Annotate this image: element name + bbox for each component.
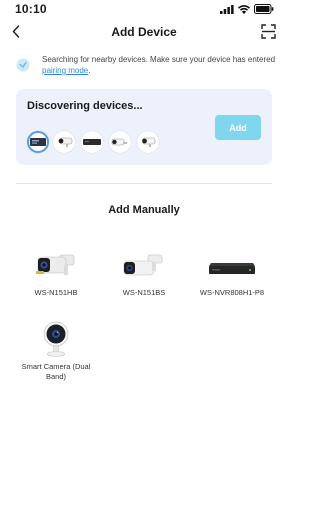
product-name: WS-N151HB: [34, 288, 78, 297]
bullet-camera-white-icon: [123, 254, 163, 276]
product-ws-nvr808h1-p8[interactable]: WS-NVR808H1-P8: [196, 252, 268, 298]
discovered-nvr-icon[interactable]: [27, 131, 49, 153]
page-title: Add Device: [111, 25, 177, 39]
discovering-card: Discovering devices... Add: [16, 89, 272, 165]
product-name: WS-NVR808H1-P8: [199, 288, 265, 297]
product-ws-n151bs[interactable]: WS-N151BS: [108, 252, 180, 298]
signal-icon: [220, 4, 234, 14]
search-hint: Searching for nearby devices. Make sure …: [16, 54, 275, 78]
discovering-title: Discovering devices...: [27, 100, 143, 112]
discovered-camera-icon[interactable]: [53, 131, 75, 153]
add-manually-title: Add Manually: [108, 204, 180, 216]
status-icons: [220, 4, 274, 14]
bullet-camera-black-icon: [36, 254, 75, 275]
searching-icon: [16, 58, 30, 72]
discovered-devices: [27, 131, 187, 153]
scan-icon: [260, 23, 276, 39]
hint-suffix: .: [88, 66, 91, 75]
hint-text: Searching for nearby devices. Make sure …: [42, 54, 278, 76]
nav-bar: Add Device: [0, 18, 288, 46]
product-ws-n151hb[interactable]: WS-N151HB: [20, 252, 92, 298]
scan-qr-button[interactable]: [258, 21, 278, 41]
nvr-recorder-icon: [209, 263, 255, 274]
hint-message: Searching for nearby devices. Make sure …: [42, 55, 276, 64]
product-smart-camera-dual-band[interactable]: Smart Camera (Dual Band): [20, 320, 92, 382]
discovered-nvr-icon[interactable]: [81, 131, 103, 153]
discovered-camera-icon[interactable]: [137, 131, 159, 153]
add-button[interactable]: Add: [215, 115, 261, 140]
product-name: Smart Camera (Dual Band): [21, 362, 91, 381]
product-name: WS-N151BS: [122, 288, 166, 297]
wifi-icon: [238, 4, 250, 14]
discovered-camera-icon[interactable]: [109, 131, 131, 153]
pairing-mode-link[interactable]: pairing mode: [42, 66, 88, 75]
divider: [16, 183, 272, 184]
status-bar: 10:10: [0, 0, 288, 18]
battery-icon: [254, 4, 274, 14]
indoor-smart-camera-icon: [43, 321, 69, 357]
status-time: 10:10: [15, 2, 47, 16]
